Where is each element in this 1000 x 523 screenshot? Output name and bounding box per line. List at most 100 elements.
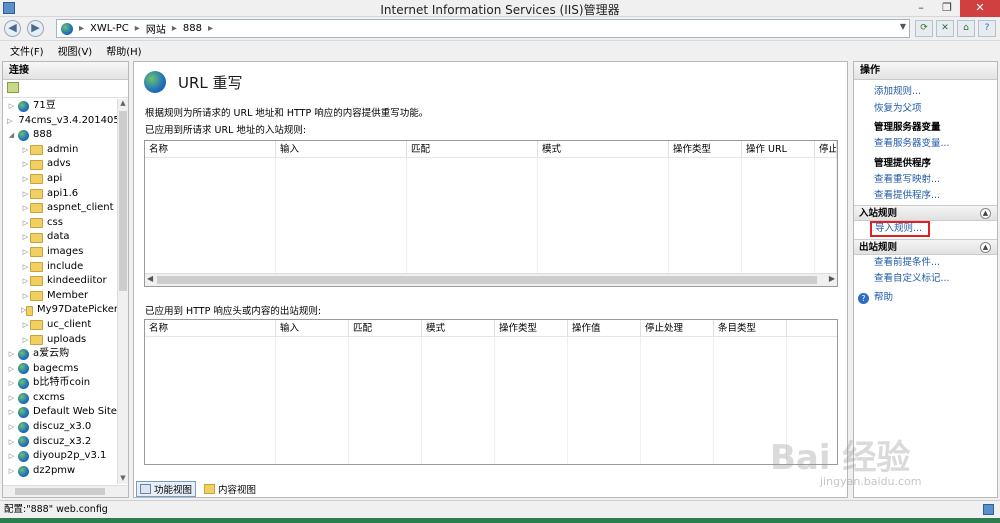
tree-folder-item[interactable]: ▷ uploads <box>3 333 118 348</box>
column-header[interactable]: 匹配 <box>349 320 422 336</box>
tree-folder-item[interactable]: ▷ My97DatePicker <box>3 303 118 318</box>
tree-folder-item[interactable]: ▷ kindeediitor <box>3 274 118 289</box>
expand-arrow-icon[interactable]: ▷ <box>7 405 16 420</box>
column-header[interactable]: 模式 <box>422 320 495 336</box>
tree-site-item[interactable]: ▷ dz2pmw <box>3 464 118 479</box>
column-header[interactable]: 模式 <box>538 141 669 157</box>
connect-icon[interactable] <box>7 82 19 93</box>
expand-arrow-icon[interactable]: ▷ <box>21 157 30 172</box>
view-custom-tags-link[interactable]: 查看自定义标记... <box>854 271 997 288</box>
expand-arrow-icon[interactable]: ▷ <box>21 216 30 231</box>
tree-site-item[interactable]: ▷ a爱云购 <box>3 347 118 362</box>
breadcrumb-site[interactable]: 888 <box>183 23 202 34</box>
breadcrumb-sites[interactable]: 网站 <box>146 21 166 36</box>
tree-vertical-scrollbar[interactable]: ▲ ▼ <box>117 99 128 484</box>
help-link[interactable]: ? 帮助 <box>854 290 997 307</box>
column-header[interactable]: 输入 <box>276 141 407 157</box>
tree-site-item[interactable]: ▷ b比特币coin <box>3 376 118 391</box>
scroll-down-icon[interactable]: ▼ <box>118 474 128 484</box>
column-header[interactable]: 匹配 <box>407 141 538 157</box>
import-rules-link[interactable]: 导入规则... <box>870 220 931 237</box>
tree-folder-item[interactable]: ▷ advs <box>3 157 118 172</box>
chevron-down-icon[interactable]: ▼ <box>900 22 906 31</box>
menu-file[interactable]: 文件(F) <box>10 43 44 58</box>
tree-folder-item[interactable]: ▷ include <box>3 260 118 275</box>
tree-folder-item[interactable]: ▷ aspnet_client <box>3 201 118 216</box>
tree-site-item[interactable]: ▷ 74cms_v3.4.2014053 <box>3 114 118 129</box>
close-button[interactable]: ✕ <box>960 0 1000 17</box>
tree-folder-item[interactable]: ▷ images <box>3 245 118 260</box>
tree-folder-item[interactable]: ▷ data <box>3 230 118 245</box>
expand-arrow-icon[interactable]: ▷ <box>21 333 30 348</box>
expand-arrow-icon[interactable]: ▷ <box>7 391 16 406</box>
expand-arrow-icon[interactable]: ▷ <box>7 435 16 450</box>
expand-arrow-icon[interactable]: ▷ <box>21 187 30 202</box>
expand-arrow-icon[interactable]: ▷ <box>21 143 30 158</box>
expand-arrow-icon[interactable]: ▷ <box>7 464 16 479</box>
expand-arrow-icon[interactable]: ▷ <box>7 114 12 129</box>
column-header[interactable]: 操作值 <box>568 320 641 336</box>
column-header[interactable]: 操作类型 <box>669 141 742 157</box>
tree-site-item[interactable]: ▷ discuz_x3.0 <box>3 420 118 435</box>
tree-site-item[interactable]: ▷ 71豆 <box>3 99 118 114</box>
expand-arrow-icon[interactable]: ▷ <box>21 172 30 187</box>
view-server-variables-link[interactable]: 查看服务器变量... <box>854 136 997 153</box>
collapse-arrow-icon[interactable]: ◢ <box>7 128 16 143</box>
column-header[interactable]: 名称 <box>145 320 276 336</box>
expand-arrow-icon[interactable]: ▷ <box>21 245 30 260</box>
tree-folder-item[interactable]: ▷ css <box>3 216 118 231</box>
tree-site-item[interactable]: ▷ discuz_x3.2 <box>3 435 118 450</box>
maximize-button[interactable]: ❐ <box>934 0 960 17</box>
tree-site-item[interactable]: ◢ 888 <box>3 128 118 143</box>
view-preconditions-link[interactable]: 查看前提条件... <box>854 255 997 272</box>
forward-button[interactable]: ▶ <box>27 20 44 37</box>
help-icon[interactable]: ? <box>978 20 996 37</box>
column-header[interactable]: 停止 <box>815 141 837 157</box>
expand-arrow-icon[interactable]: ▷ <box>7 347 16 362</box>
scroll-up-icon[interactable]: ▲ <box>118 99 128 109</box>
menu-view[interactable]: 视图(V) <box>58 43 93 58</box>
inbound-rules-table[interactable]: 名称 输入 匹配 模式 操作类型 操作 URL 停止 ◀ ▶ <box>144 140 838 287</box>
revert-to-parent-link[interactable]: 恢复为父项 <box>854 101 997 118</box>
expand-arrow-icon[interactable]: ▷ <box>7 449 16 464</box>
expand-arrow-icon[interactable]: ▷ <box>21 289 30 304</box>
content-view-tab[interactable]: 内容视图 <box>200 481 260 497</box>
tree-site-item[interactable]: ▷ diyoup2p_v3.1 <box>3 449 118 464</box>
tree-site-item[interactable]: ▷ bagecms <box>3 362 118 377</box>
expand-arrow-icon[interactable]: ▷ <box>21 318 30 333</box>
stop-icon[interactable]: ✕ <box>936 20 954 37</box>
column-header[interactable]: 操作类型 <box>495 320 568 336</box>
outbound-rules-table[interactable]: 名称 输入 匹配 模式 操作类型 操作值 停止处理 条目类型 <box>144 319 838 465</box>
inbound-rules-section[interactable]: 入站规则 ▲ <box>854 204 997 221</box>
breadcrumb-pc[interactable]: XWL-PC <box>90 23 129 34</box>
refresh-icon[interactable]: ⟳ <box>915 20 933 37</box>
expand-arrow-icon[interactable]: ▷ <box>7 99 16 114</box>
tree-folder-item[interactable]: ▷ uc_client <box>3 318 118 333</box>
column-header[interactable]: 条目类型 <box>714 320 787 336</box>
outbound-rules-section[interactable]: 出站规则 ▲ <box>854 238 997 255</box>
column-header[interactable]: 停止处理 <box>641 320 714 336</box>
expand-arrow-icon[interactable]: ▷ <box>7 420 16 435</box>
expand-arrow-icon[interactable]: ▷ <box>21 274 30 289</box>
view-providers-link[interactable]: 查看提供程序... <box>854 188 997 205</box>
column-header[interactable]: 名称 <box>145 141 276 157</box>
tree-horizontal-scrollbar[interactable] <box>3 485 128 497</box>
expand-arrow-icon[interactable]: ▷ <box>21 230 30 245</box>
address-bar[interactable]: ▸ XWL-PC ▸ 网站 ▸ 888 ▸ ▼ <box>56 19 910 38</box>
expand-arrow-icon[interactable]: ▷ <box>7 376 16 391</box>
column-header[interactable]: 输入 <box>276 320 349 336</box>
features-view-tab[interactable]: 功能视图 <box>136 481 197 497</box>
view-rewrite-maps-link[interactable]: 查看重写映射... <box>854 172 997 189</box>
expand-arrow-icon[interactable]: ▷ <box>7 362 16 377</box>
tree-folder-item[interactable]: ▷ Member <box>3 289 118 304</box>
tree-site-item[interactable]: ▷ Default Web Site <box>3 405 118 420</box>
tree-folder-item[interactable]: ▷ api1.6 <box>3 187 118 202</box>
tree-folder-item[interactable]: ▷ admin <box>3 143 118 158</box>
inbound-horizontal-scrollbar[interactable]: ◀ ▶ <box>145 273 837 286</box>
tree-site-item[interactable]: ▷ cxcms <box>3 391 118 406</box>
home-icon[interactable]: ⌂ <box>957 20 975 37</box>
back-button[interactable]: ◀ <box>4 20 21 37</box>
add-rule-link[interactable]: 添加规则... <box>854 84 997 101</box>
expand-arrow-icon[interactable]: ▷ <box>21 260 30 275</box>
tree-folder-item[interactable]: ▷ api <box>3 172 118 187</box>
